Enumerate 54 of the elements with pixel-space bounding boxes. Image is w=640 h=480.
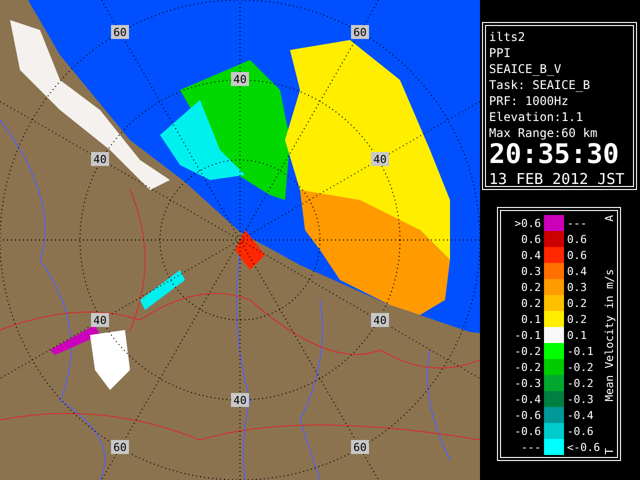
legend-label: -0.6 <box>567 424 594 438</box>
legend-label: 0.1 <box>520 312 541 326</box>
legend-label: -0.3 <box>514 376 541 390</box>
range-label: 40 <box>91 152 109 166</box>
legend-label: -0.1 <box>514 328 541 342</box>
range-label: 60 <box>351 25 369 39</box>
legend-label: 0.2 <box>567 296 588 310</box>
legend-mark: A <box>602 215 616 222</box>
legend-label: -0.6 <box>514 424 541 438</box>
legend-label: >0.6 <box>514 216 541 230</box>
legend-label: -0.2 <box>567 360 594 374</box>
range-label: 40 <box>91 313 109 327</box>
legend-label: 0.2 <box>567 312 588 326</box>
legend-label: -0.1 <box>567 344 594 358</box>
legend-label: 0.3 <box>567 280 588 294</box>
legend-label: --- <box>520 440 541 454</box>
legend-label: 0.4 <box>567 264 588 278</box>
legend-label: -0.2 <box>514 360 541 374</box>
legend-label: 0.2 <box>520 296 541 310</box>
echo-patch <box>140 270 185 310</box>
legend-label: 0.2 <box>520 280 541 294</box>
info-text: Task: SEAICE_B <box>489 77 592 93</box>
legend-title: Mean Velocity in m/s <box>602 268 616 402</box>
legend-label: -0.2 <box>567 376 594 390</box>
legend-label: -0.2 <box>514 344 541 358</box>
legend-label: 0.1 <box>567 328 588 342</box>
legend-label: -0.6 <box>514 408 541 422</box>
range-label: 60 <box>111 25 129 39</box>
legend-label: <-0.6 <box>567 440 601 454</box>
info-text: Max Range:60 km <box>489 125 598 141</box>
legend-label: -0.3 <box>567 392 594 406</box>
legend-label: 0.4 <box>520 248 541 262</box>
echo-patch <box>235 230 265 270</box>
date-text: 13 FEB 2012 JST <box>489 169 624 189</box>
range-label: 40 <box>231 393 249 407</box>
info-text: PRF: 1000Hz <box>489 93 570 109</box>
info-text: Elevation:1.1 <box>489 109 584 125</box>
info-text: SEAICE_B_V <box>489 61 562 77</box>
legend-label: 0.3 <box>520 264 541 278</box>
time-text: 20:35:30 <box>489 141 620 169</box>
legend-label: -0.4 <box>514 392 541 406</box>
legend-label: 0.6 <box>567 232 588 246</box>
range-label: 60 <box>351 440 369 454</box>
range-label: 40 <box>371 152 389 166</box>
legend-label: 0.6 <box>567 248 588 262</box>
legend-label: -0.4 <box>567 408 594 422</box>
info-text: ilts2 <box>489 29 526 45</box>
info-text: PPI <box>489 45 512 61</box>
legend-label: 0.6 <box>520 232 541 246</box>
range-label: 40 <box>231 72 249 86</box>
legend-label: --- <box>567 216 588 230</box>
legend-mark: T <box>602 448 616 455</box>
range-label: 60 <box>111 440 129 454</box>
range-label: 40 <box>371 313 389 327</box>
